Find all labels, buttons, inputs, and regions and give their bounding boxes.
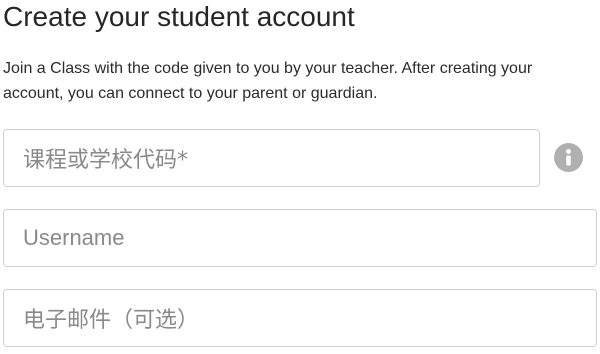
username-input[interactable]: Username [3,209,597,267]
info-icon[interactable] [554,143,583,172]
email-placeholder: 电子邮件（可选） [23,308,200,333]
class-code-input[interactable]: 课程或学校代码* [3,129,540,187]
page-title: Create your student account [3,1,355,32]
email-input[interactable]: 电子邮件（可选） [3,289,597,347]
class-code-placeholder: 课程或学校代码* [23,148,189,173]
username-placeholder: Username [23,225,125,250]
intro-text: Join a Class with the code given to you … [3,60,533,102]
